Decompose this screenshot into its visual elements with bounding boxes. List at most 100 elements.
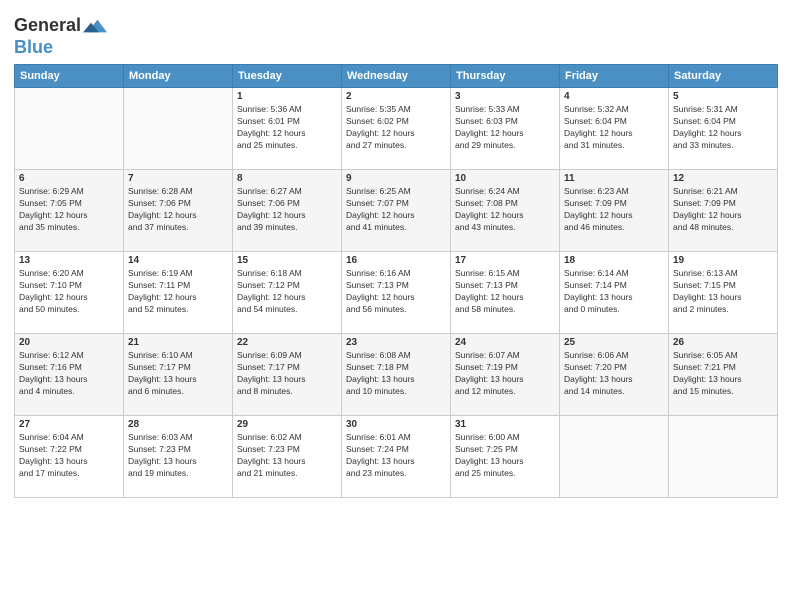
day-info: Sunrise: 6:15 AM Sunset: 7:13 PM Dayligh… <box>455 268 555 316</box>
day-info: Sunrise: 6:03 AM Sunset: 7:23 PM Dayligh… <box>128 432 228 480</box>
day-info: Sunrise: 6:01 AM Sunset: 7:24 PM Dayligh… <box>346 432 446 480</box>
day-info: Sunrise: 6:28 AM Sunset: 7:06 PM Dayligh… <box>128 186 228 234</box>
day-number: 11 <box>564 173 664 184</box>
col-header-friday: Friday <box>560 65 669 88</box>
day-cell: 6 Sunrise: 6:29 AM Sunset: 7:05 PM Daylig… <box>15 170 124 252</box>
logo-text-general: General <box>14 16 81 36</box>
day-number: 15 <box>237 255 337 266</box>
day-number: 17 <box>455 255 555 266</box>
day-info: Sunrise: 6:08 AM Sunset: 7:18 PM Dayligh… <box>346 350 446 398</box>
day-info: Sunrise: 5:33 AM Sunset: 6:03 PM Dayligh… <box>455 104 555 152</box>
day-cell: 21 Sunrise: 6:10 AM Sunset: 7:17 PM Dayli… <box>124 334 233 416</box>
day-cell <box>560 416 669 498</box>
day-info: Sunrise: 6:23 AM Sunset: 7:09 PM Dayligh… <box>564 186 664 234</box>
day-number: 25 <box>564 337 664 348</box>
col-header-sunday: Sunday <box>15 65 124 88</box>
day-cell: 17 Sunrise: 6:15 AM Sunset: 7:13 PM Dayli… <box>451 252 560 334</box>
day-info: Sunrise: 6:13 AM Sunset: 7:15 PM Dayligh… <box>673 268 773 316</box>
day-cell: 7 Sunrise: 6:28 AM Sunset: 7:06 PM Daylig… <box>124 170 233 252</box>
day-number: 6 <box>19 173 119 184</box>
day-number: 4 <box>564 91 664 102</box>
day-cell: 28Sunrise: 6:03 AM Sunset: 7:23 PM Dayli… <box>124 416 233 498</box>
day-info: Sunrise: 6:16 AM Sunset: 7:13 PM Dayligh… <box>346 268 446 316</box>
day-number: 2 <box>346 91 446 102</box>
day-info: Sunrise: 6:29 AM Sunset: 7:05 PM Dayligh… <box>19 186 119 234</box>
day-info: Sunrise: 6:00 AM Sunset: 7:25 PM Dayligh… <box>455 432 555 480</box>
header-row: SundayMondayTuesdayWednesdayThursdayFrid… <box>15 65 778 88</box>
col-header-wednesday: Wednesday <box>342 65 451 88</box>
day-number: 31 <box>455 419 555 430</box>
week-row-2: 6 Sunrise: 6:29 AM Sunset: 7:05 PM Daylig… <box>15 170 778 252</box>
day-cell: 8 Sunrise: 6:27 AM Sunset: 7:06 PM Daylig… <box>233 170 342 252</box>
logo: General Blue <box>14 14 107 58</box>
day-cell: 22 Sunrise: 6:09 AM Sunset: 7:17 PM Dayli… <box>233 334 342 416</box>
day-number: 23 <box>346 337 446 348</box>
day-number: 19 <box>673 255 773 266</box>
day-info: Sunrise: 5:32 AM Sunset: 6:04 PM Dayligh… <box>564 104 664 152</box>
day-info: Sunrise: 6:27 AM Sunset: 7:06 PM Dayligh… <box>237 186 337 234</box>
day-number: 12 <box>673 173 773 184</box>
day-cell: 12 Sunrise: 6:21 AM Sunset: 7:09 PM Dayli… <box>669 170 778 252</box>
page: General Blue SundayMondayTuesdayWednesda… <box>0 0 792 612</box>
day-cell: 3Sunrise: 5:33 AM Sunset: 6:03 PM Daylig… <box>451 88 560 170</box>
day-cell: 20 Sunrise: 6:12 AM Sunset: 7:16 PM Dayli… <box>15 334 124 416</box>
day-info: Sunrise: 6:07 AM Sunset: 7:19 PM Dayligh… <box>455 350 555 398</box>
day-info: Sunrise: 6:09 AM Sunset: 7:17 PM Dayligh… <box>237 350 337 398</box>
day-cell: 11 Sunrise: 6:23 AM Sunset: 7:09 PM Dayli… <box>560 170 669 252</box>
day-info: Sunrise: 6:21 AM Sunset: 7:09 PM Dayligh… <box>673 186 773 234</box>
day-number: 16 <box>346 255 446 266</box>
day-number: 24 <box>455 337 555 348</box>
day-cell: 29 Sunrise: 6:02 AM Sunset: 7:23 PM Dayli… <box>233 416 342 498</box>
day-info: Sunrise: 6:06 AM Sunset: 7:20 PM Dayligh… <box>564 350 664 398</box>
day-info: Sunrise: 6:19 AM Sunset: 7:11 PM Dayligh… <box>128 268 228 316</box>
day-cell: 13 Sunrise: 6:20 AM Sunset: 7:10 PM Dayli… <box>15 252 124 334</box>
day-info: Sunrise: 6:24 AM Sunset: 7:08 PM Dayligh… <box>455 186 555 234</box>
day-info: Sunrise: 6:04 AM Sunset: 7:22 PM Dayligh… <box>19 432 119 480</box>
day-number: 14 <box>128 255 228 266</box>
day-cell: 23 Sunrise: 6:08 AM Sunset: 7:18 PM Dayli… <box>342 334 451 416</box>
day-cell: 31 Sunrise: 6:00 AM Sunset: 7:25 PM Dayli… <box>451 416 560 498</box>
day-number: 30 <box>346 419 446 430</box>
day-cell: 24 Sunrise: 6:07 AM Sunset: 7:19 PM Dayli… <box>451 334 560 416</box>
day-info: Sunrise: 5:35 AM Sunset: 6:02 PM Dayligh… <box>346 104 446 152</box>
day-number: 13 <box>19 255 119 266</box>
day-cell: 16 Sunrise: 6:16 AM Sunset: 7:13 PM Dayli… <box>342 252 451 334</box>
day-number: 10 <box>455 173 555 184</box>
col-header-saturday: Saturday <box>669 65 778 88</box>
day-info: Sunrise: 6:12 AM Sunset: 7:16 PM Dayligh… <box>19 350 119 398</box>
day-info: Sunrise: 6:25 AM Sunset: 7:07 PM Dayligh… <box>346 186 446 234</box>
col-header-monday: Monday <box>124 65 233 88</box>
day-number: 8 <box>237 173 337 184</box>
day-number: 27 <box>19 419 119 430</box>
day-cell: 25 Sunrise: 6:06 AM Sunset: 7:20 PM Dayli… <box>560 334 669 416</box>
day-number: 7 <box>128 173 228 184</box>
day-number: 22 <box>237 337 337 348</box>
week-row-4: 20 Sunrise: 6:12 AM Sunset: 7:16 PM Dayli… <box>15 334 778 416</box>
col-header-thursday: Thursday <box>451 65 560 88</box>
day-info: Sunrise: 6:10 AM Sunset: 7:17 PM Dayligh… <box>128 350 228 398</box>
day-cell: 27 Sunrise: 6:04 AM Sunset: 7:22 PM Dayli… <box>15 416 124 498</box>
day-number: 20 <box>19 337 119 348</box>
day-number: 9 <box>346 173 446 184</box>
header: General Blue <box>14 10 778 58</box>
col-header-tuesday: Tuesday <box>233 65 342 88</box>
day-number: 29 <box>237 419 337 430</box>
day-info: Sunrise: 6:02 AM Sunset: 7:23 PM Dayligh… <box>237 432 337 480</box>
day-number: 5 <box>673 91 773 102</box>
day-cell <box>124 88 233 170</box>
day-cell: 18 Sunrise: 6:14 AM Sunset: 7:14 PM Dayli… <box>560 252 669 334</box>
day-number: 18 <box>564 255 664 266</box>
day-info: Sunrise: 6:20 AM Sunset: 7:10 PM Dayligh… <box>19 268 119 316</box>
day-cell: 5 Sunrise: 5:31 AM Sunset: 6:04 PM Daylig… <box>669 88 778 170</box>
day-cell <box>669 416 778 498</box>
day-number: 1 <box>237 91 337 102</box>
day-info: Sunrise: 6:05 AM Sunset: 7:21 PM Dayligh… <box>673 350 773 398</box>
day-number: 21 <box>128 337 228 348</box>
day-number: 26 <box>673 337 773 348</box>
day-cell: 4 Sunrise: 5:32 AM Sunset: 6:04 PM Daylig… <box>560 88 669 170</box>
day-cell: 30 Sunrise: 6:01 AM Sunset: 7:24 PM Dayli… <box>342 416 451 498</box>
day-cell: 9 Sunrise: 6:25 AM Sunset: 7:07 PM Daylig… <box>342 170 451 252</box>
logo-icon <box>83 14 107 38</box>
day-info: Sunrise: 6:14 AM Sunset: 7:14 PM Dayligh… <box>564 268 664 316</box>
day-info: Sunrise: 5:31 AM Sunset: 6:04 PM Dayligh… <box>673 104 773 152</box>
